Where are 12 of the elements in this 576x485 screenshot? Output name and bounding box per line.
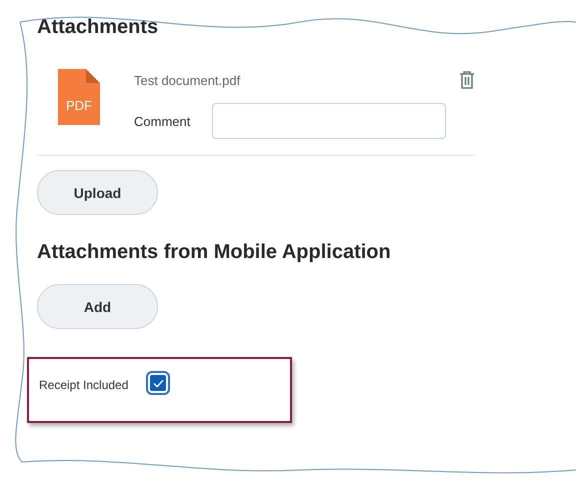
upload-button[interactable]: Upload [37, 170, 158, 215]
comment-label: Comment [134, 114, 190, 128]
section-heading: Attachments from Mobile Application [37, 241, 392, 264]
pdf-file-icon: PDF [58, 69, 100, 125]
comment-field[interactable] [212, 103, 446, 139]
add-button[interactable]: Add [37, 284, 158, 329]
trash-icon[interactable] [459, 71, 475, 89]
checkbox-label: Receipt Included [39, 378, 128, 392]
check-icon [152, 378, 164, 388]
file-name: Test document.pdf [134, 72, 240, 88]
checkbox[interactable] [148, 373, 168, 393]
section-heading: Attachments [37, 16, 160, 39]
